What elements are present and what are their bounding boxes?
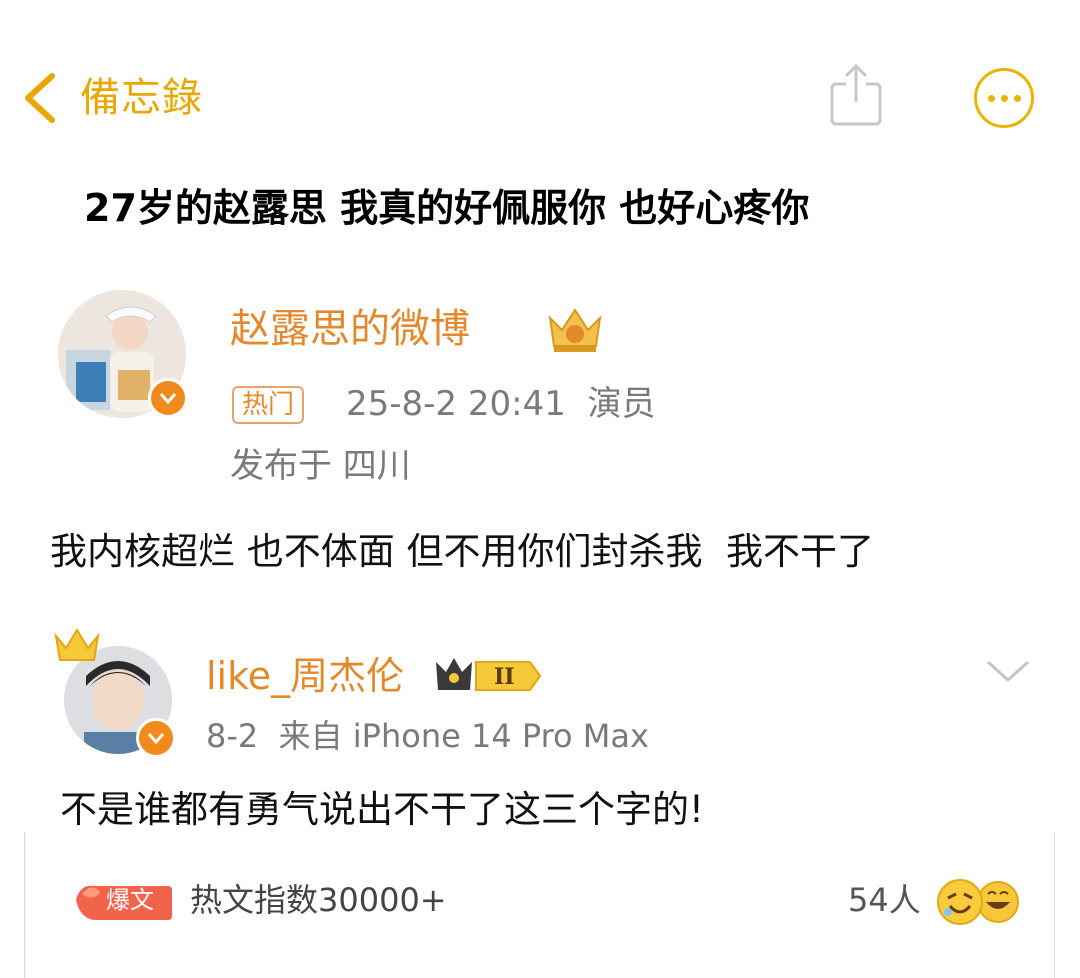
comment-meta: 8-2 来自 iPhone 14 Pro Max — [206, 717, 649, 755]
post-author-name[interactable]: 赵露思的微博 — [230, 300, 470, 358]
post-meta: 25-8-2 20:41 演员 — [346, 380, 655, 428]
post-author-role: 演员 — [587, 384, 656, 424]
page-title: 27岁的赵露思 我真的好佩服你 也好心疼你 — [84, 186, 810, 230]
post-body: 我内核超烂 也不体面 但不用你们封杀我 我不干了 — [50, 530, 875, 573]
back-chevron-icon[interactable] — [18, 68, 64, 128]
hot-article-badge-label: 爆文 — [106, 886, 154, 914]
emoji-icon[interactable] — [932, 872, 1024, 928]
crown-icon — [548, 308, 602, 352]
divider — [24, 832, 25, 978]
hot-tag: 热门 — [232, 386, 305, 424]
level-crown-badge-icon: II — [436, 658, 542, 691]
more-options-icon[interactable] — [974, 68, 1034, 128]
crown-icon — [54, 628, 100, 661]
level-badge-text: II — [494, 664, 515, 690]
verified-icon — [136, 718, 176, 758]
divider — [1054, 832, 1055, 978]
reaction-count: 54人 — [848, 881, 921, 919]
chevron-down-icon[interactable] — [984, 656, 1032, 686]
verified-icon — [148, 378, 188, 418]
post-location: 发布于 四川 — [230, 446, 411, 486]
hot-index: 热文指数30000+ — [190, 881, 447, 919]
hot-article-badge[interactable]: 爆文 — [72, 878, 174, 922]
post-date-time: 25-8-2 20:41 — [346, 384, 566, 424]
comment-author-name[interactable]: like_周杰伦 — [206, 648, 404, 704]
comment-body: 不是谁都有勇气说出不干了这三个字的! — [60, 788, 704, 831]
back-label[interactable]: 備忘錄 — [80, 70, 203, 126]
share-icon[interactable] — [828, 62, 884, 128]
